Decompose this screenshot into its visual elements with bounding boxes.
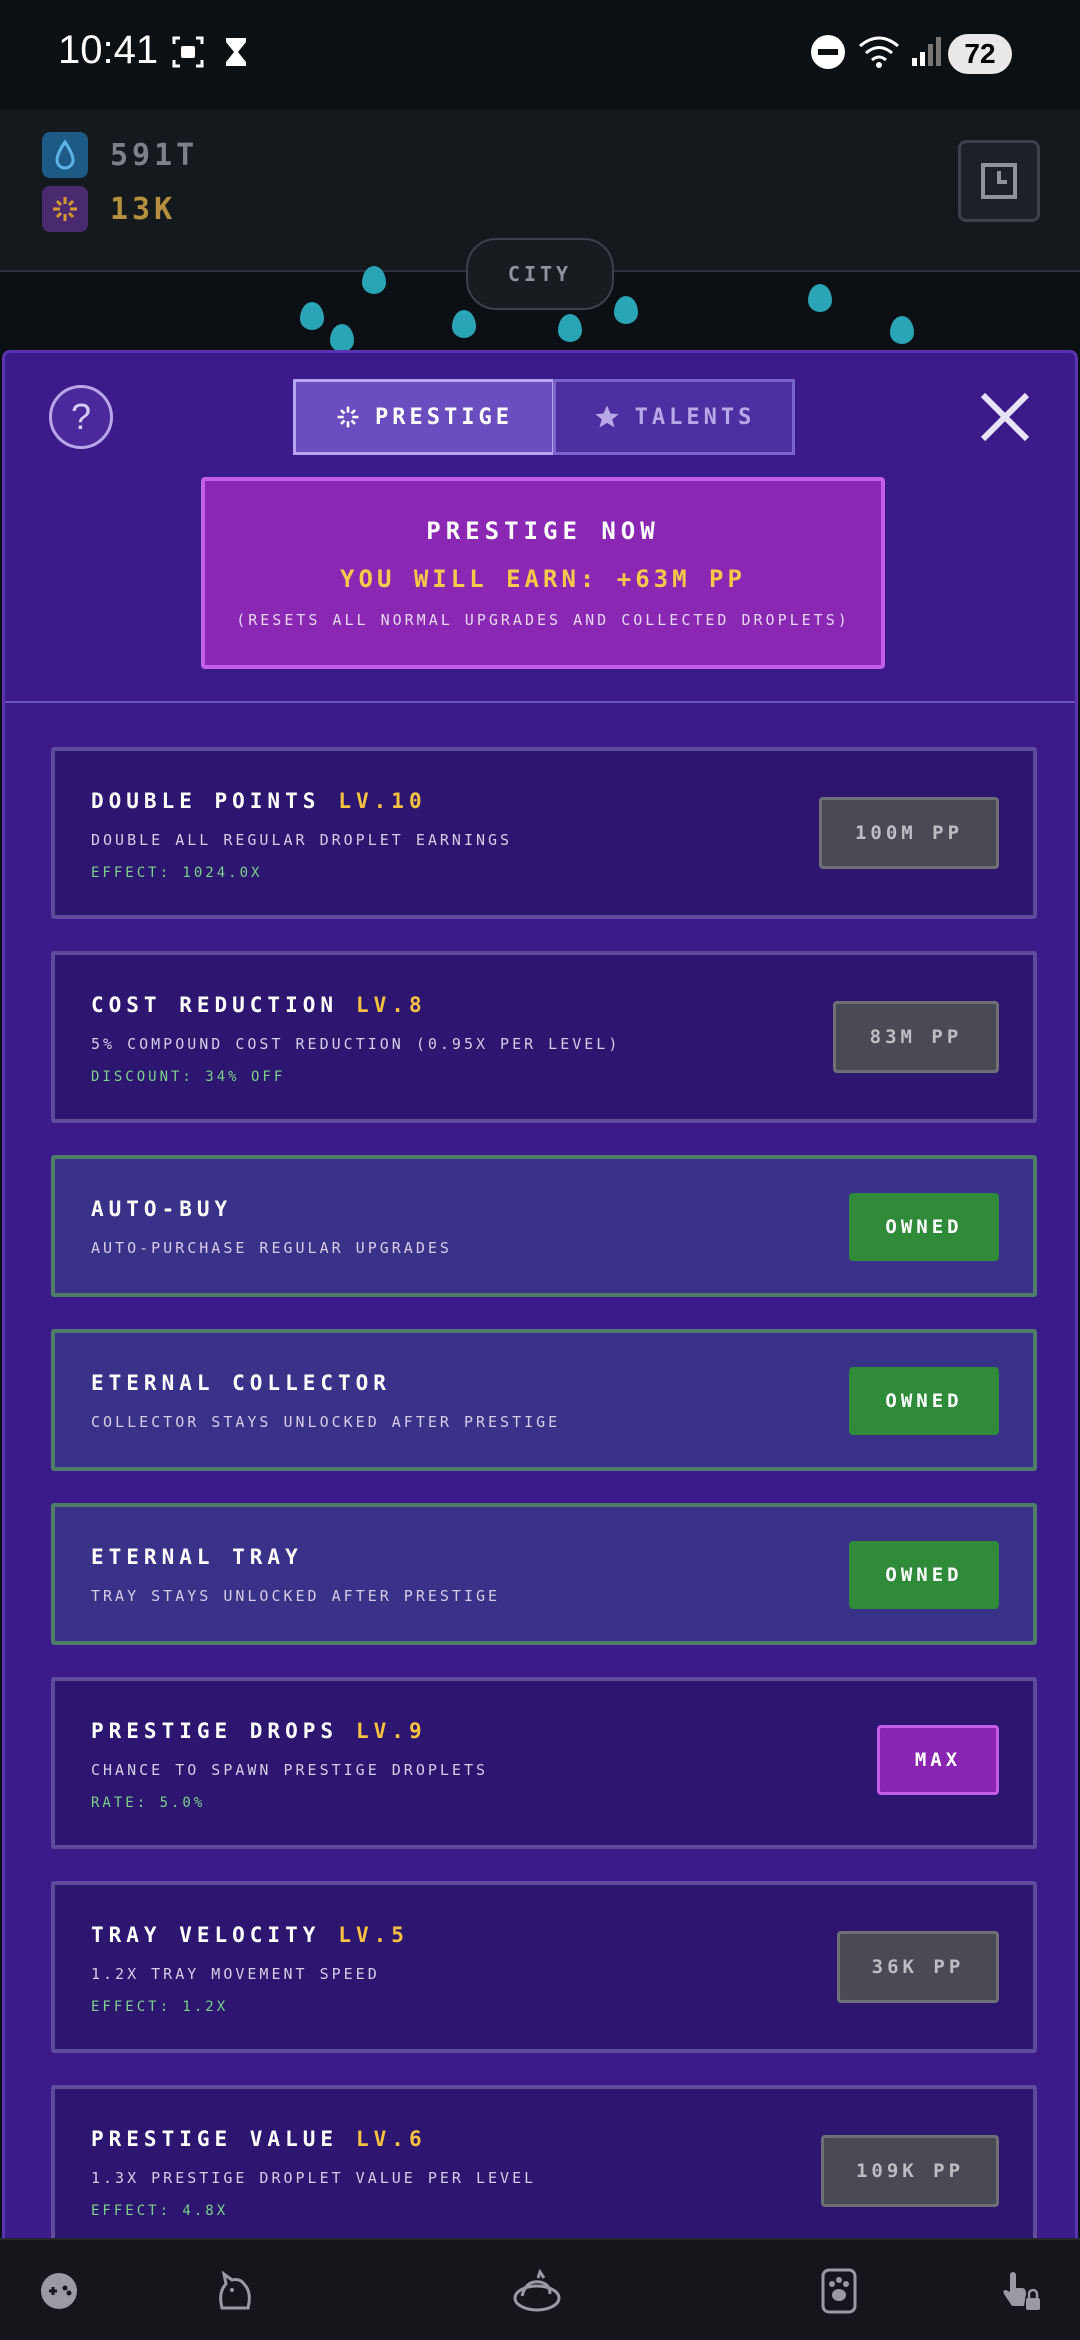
prestige-now-title: PRESTIGE NOW	[426, 517, 660, 545]
upgrade-title: PRESTIGE DROPS	[91, 1719, 339, 1743]
max-badge: MAX	[877, 1725, 999, 1795]
upgrade-title: COST REDUCTION	[91, 993, 339, 1017]
battery-indicator: 72	[948, 34, 1012, 74]
upgrade-title: TRAY VELOCITY	[91, 1923, 321, 1947]
upgrade-title: AUTO-BUY	[91, 1197, 233, 1221]
upgrade-level: LV.8	[356, 993, 427, 1017]
upgrade-title: PRESTIGE VALUE	[91, 2127, 339, 2151]
droplet	[362, 266, 386, 294]
droplet-amount: 591T	[110, 137, 199, 173]
upgrade-card-double-points: DOUBLE POINTS LV.10 DOUBLE ALL REGULAR DR…	[51, 747, 1037, 919]
droplet	[452, 310, 476, 338]
upgrade-description: 1.3X PRESTIGE DROPLET VALUE PER LEVEL	[91, 2169, 537, 2187]
help-button[interactable]: ?	[49, 385, 113, 449]
owned-badge: OWNED	[849, 1541, 999, 1609]
owned-badge: OWNED	[849, 1367, 999, 1435]
upgrade-level: LV.5	[338, 1923, 409, 1947]
status-bar: 10:41 72	[0, 0, 1080, 110]
gamepad-icon	[41, 2273, 77, 2309]
upgrade-card-prestige-value: PRESTIGE VALUE LV.6 1.3X PRESTIGE DROPLET…	[51, 2085, 1037, 2257]
nav-locked[interactable]	[996, 2266, 1046, 2316]
prestige-points-amount: 13K	[110, 191, 177, 227]
cat-icon	[219, 2270, 251, 2310]
tab-prestige-label: PRESTIGE	[375, 404, 513, 430]
nav-game[interactable]	[34, 2266, 84, 2316]
upgrade-effect: EFFECT: 4.8X	[91, 2203, 229, 2219]
prestige-earn-amount: YOU WILL EARN: +63M PP	[340, 565, 746, 593]
star-icon	[594, 405, 619, 428]
screenshot-icon	[172, 36, 204, 68]
buy-button[interactable]: 83M PP	[833, 1001, 999, 1073]
locked-pointer-icon	[1003, 2272, 1040, 2310]
upgrade-title: ETERNAL COLLECTOR	[91, 1371, 391, 1395]
upgrade-description: COLLECTOR STAYS UNLOCKED AFTER PRESTIGE	[91, 1413, 561, 1431]
upgrade-description: 1.2X TRAY MOVEMENT SPEED	[91, 1965, 380, 1983]
upgrade-effect: EFFECT: 1024.0X	[91, 865, 263, 881]
upgrade-description: TRAY STAYS UNLOCKED AFTER PRESTIGE	[91, 1587, 501, 1605]
upgrade-description: 5% COMPOUND COST REDUCTION (0.95X PER LE…	[91, 1035, 621, 1053]
buy-button[interactable]: 109K PP	[821, 2135, 999, 2207]
buy-button[interactable]: 36K PP	[837, 1931, 999, 2003]
upgrade-card-tray-velocity: TRAY VELOCITY LV.5 1.2X TRAY MOVEMENT SPE…	[51, 1881, 1037, 2053]
upgrade-description: AUTO-PURCHASE REGULAR UPGRADES	[91, 1239, 452, 1257]
upgrade-card-prestige-drops: PRESTIGE DROPS LV.9 CHANCE TO SPAWN PREST…	[51, 1677, 1037, 1849]
droplet-icon	[42, 132, 88, 178]
signal-icon	[912, 37, 941, 66]
upgrade-card-auto-buy: AUTO-BUY AUTO-PURCHASE REGULAR UPGRADES …	[51, 1155, 1037, 1297]
history-button[interactable]	[958, 140, 1040, 222]
tab-talents[interactable]: TALENTS	[553, 379, 795, 455]
tab-talents-label: TALENTS	[634, 404, 756, 430]
city-tab[interactable]: CITY	[466, 238, 614, 310]
upgrade-level: LV.10	[338, 789, 427, 813]
upgrade-effect: DISCOUNT: 34% OFF	[91, 1069, 286, 1085]
hourglass-icon	[226, 38, 246, 66]
droplet	[890, 316, 914, 344]
owned-badge: OWNED	[849, 1193, 999, 1261]
upgrade-title: ETERNAL TRAY	[91, 1545, 303, 1569]
droplet	[330, 324, 354, 352]
clock-icon	[981, 163, 1017, 199]
prestige-currency: 13K	[42, 186, 176, 232]
close-icon[interactable]	[979, 391, 1031, 443]
upgrade-card-eternal-tray: ETERNAL TRAY TRAY STAYS UNLOCKED AFTER P…	[51, 1503, 1037, 1645]
droplet-currency: 591T	[42, 132, 198, 178]
do-not-disturb-icon	[811, 35, 845, 69]
upgrade-level: LV.6	[356, 2127, 427, 2151]
nav-cat-bed[interactable]	[512, 2266, 562, 2316]
upgrade-card-cost-reduction: COST REDUCTION LV.8 5% COMPOUND COST REDU…	[51, 951, 1037, 1123]
prestige-panel: ? PRESTIGE TALENTS PRESTIGE NOW YOU WILL…	[2, 350, 1078, 2340]
droplet	[558, 314, 582, 342]
wifi-icon	[859, 36, 899, 68]
buy-button[interactable]: 100M PP	[819, 797, 999, 869]
tab-prestige[interactable]: PRESTIGE	[293, 379, 555, 455]
sparkle-icon	[337, 406, 359, 428]
upgrade-description: DOUBLE ALL REGULAR DROPLET EARNINGS	[91, 831, 513, 849]
prestige-now-button[interactable]: PRESTIGE NOW YOU WILL EARN: +63M PP (RES…	[201, 477, 885, 669]
upgrade-card-eternal-collector: ETERNAL COLLECTOR COLLECTOR STAYS UNLOCK…	[51, 1329, 1037, 1471]
droplet	[614, 296, 638, 324]
status-time: 10:41	[58, 28, 159, 72]
droplet	[808, 284, 832, 312]
cat-bed-icon	[513, 2268, 561, 2312]
upgrade-level: LV.9	[356, 1719, 427, 1743]
paw-icon	[821, 2268, 857, 2314]
nav-pets[interactable]	[814, 2266, 864, 2316]
divider	[5, 701, 1075, 703]
upgrade-effect: EFFECT: 1.2X	[91, 1999, 229, 2015]
upgrade-effect: RATE: 5.0%	[91, 1795, 206, 1811]
bottom-nav	[0, 2238, 1080, 2340]
sparkle-icon	[42, 186, 88, 232]
upgrade-title: DOUBLE POINTS	[91, 789, 321, 813]
upgrade-description: CHANCE TO SPAWN PRESTIGE DROPLETS	[91, 1761, 489, 1779]
nav-cat[interactable]	[210, 2266, 260, 2316]
droplet	[300, 302, 324, 330]
prestige-reset-note: (RESETS ALL NORMAL UPGRADES AND COLLECTE…	[236, 611, 850, 629]
